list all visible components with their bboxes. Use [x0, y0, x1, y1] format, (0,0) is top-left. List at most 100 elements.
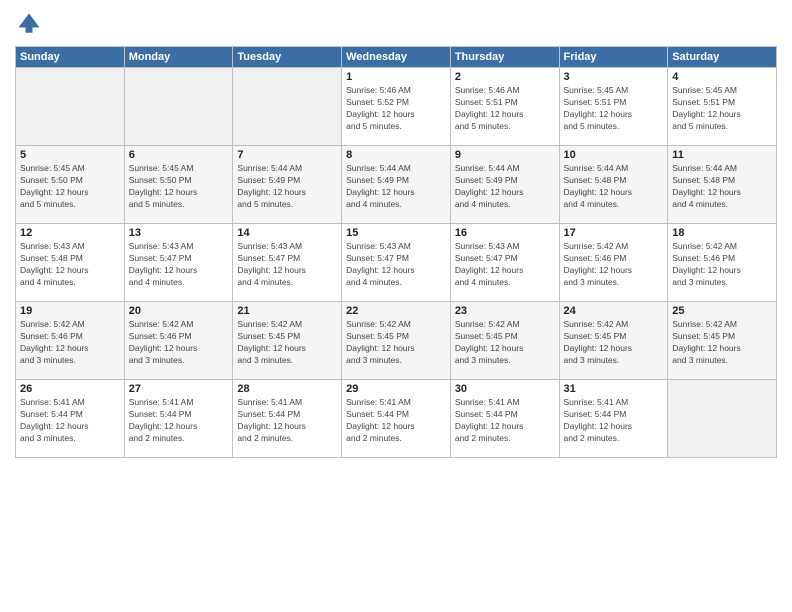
day-info: Sunrise: 5:43 AM Sunset: 5:47 PM Dayligh… [129, 241, 229, 289]
day-info: Sunrise: 5:44 AM Sunset: 5:48 PM Dayligh… [564, 163, 664, 211]
day-number: 18 [672, 227, 772, 239]
day-number: 12 [20, 227, 120, 239]
weekday-header-friday: Friday [559, 47, 668, 68]
calendar-cell: 26 Sunrise: 5:41 AM Sunset: 5:44 PM Dayli… [16, 380, 125, 458]
day-info: Sunrise: 5:42 AM Sunset: 5:45 PM Dayligh… [237, 319, 337, 367]
calendar-cell: 4 Sunrise: 5:45 AM Sunset: 5:51 PM Daylig… [668, 68, 777, 146]
calendar-cell: 20Sunrise: 5:42 AM Sunset: 5:46 PM Dayli… [124, 302, 233, 380]
day-number: 25 [672, 305, 772, 317]
day-info: Sunrise: 5:44 AM Sunset: 5:49 PM Dayligh… [455, 163, 555, 211]
day-info: Sunrise: 5:43 AM Sunset: 5:47 PM Dayligh… [237, 241, 337, 289]
calendar-cell: 2 Sunrise: 5:46 AM Sunset: 5:51 PM Daylig… [450, 68, 559, 146]
calendar-cell [668, 380, 777, 458]
calendar-cell: 1 Sunrise: 5:46 AM Sunset: 5:52 PM Daylig… [342, 68, 451, 146]
calendar-cell: 21 Sunrise: 5:42 AM Sunset: 5:45 PM Dayli… [233, 302, 342, 380]
calendar-cell: 30 Sunrise: 5:41 AM Sunset: 5:44 PM Dayli… [450, 380, 559, 458]
day-info: Sunrise: 5:41 AM Sunset: 5:44 PM Dayligh… [129, 397, 229, 445]
calendar-cell: 11Sunrise: 5:44 AM Sunset: 5:48 PM Dayli… [668, 146, 777, 224]
day-info: Sunrise: 5:44 AM Sunset: 5:49 PM Dayligh… [346, 163, 446, 211]
calendar-cell: 29 Sunrise: 5:41 AM Sunset: 5:44 PM Dayli… [342, 380, 451, 458]
weekday-header-monday: Monday [124, 47, 233, 68]
calendar-cell [16, 68, 125, 146]
day-number: 24 [564, 305, 664, 317]
calendar-cell: 5 Sunrise: 5:45 AM Sunset: 5:50 PM Daylig… [16, 146, 125, 224]
day-number: 6 [129, 149, 229, 161]
weekday-header-row: SundayMondayTuesdayWednesdayThursdayFrid… [16, 47, 777, 68]
day-info: Sunrise: 5:45 AM Sunset: 5:51 PM Dayligh… [672, 85, 772, 133]
calendar-cell [124, 68, 233, 146]
day-number: 5 [20, 149, 120, 161]
calendar-week-4: 19 Sunrise: 5:42 AM Sunset: 5:46 PM Dayli… [16, 302, 777, 380]
day-info: Sunrise: 5:42 AM Sunset: 5:45 PM Dayligh… [564, 319, 664, 367]
day-info: Sunrise: 5:45 AM Sunset: 5:50 PM Dayligh… [20, 163, 120, 211]
day-number: 16 [455, 227, 555, 239]
calendar-cell: 18 Sunrise: 5:42 AM Sunset: 5:46 PM Dayli… [668, 224, 777, 302]
day-info: Sunrise: 5:46 AM Sunset: 5:52 PM Dayligh… [346, 85, 446, 133]
calendar-cell: 12 Sunrise: 5:43 AM Sunset: 5:48 PM Dayli… [16, 224, 125, 302]
weekday-header-tuesday: Tuesday [233, 47, 342, 68]
day-info: Sunrise: 5:45 AM Sunset: 5:51 PM Dayligh… [564, 85, 664, 133]
day-info: Sunrise: 5:42 AM Sunset: 5:46 PM Dayligh… [20, 319, 120, 367]
calendar-cell: 24 Sunrise: 5:42 AM Sunset: 5:45 PM Dayli… [559, 302, 668, 380]
day-info: Sunrise: 5:41 AM Sunset: 5:44 PM Dayligh… [20, 397, 120, 445]
calendar-cell: 27Sunrise: 5:41 AM Sunset: 5:44 PM Dayli… [124, 380, 233, 458]
calendar-cell: 23 Sunrise: 5:42 AM Sunset: 5:45 PM Dayli… [450, 302, 559, 380]
calendar-cell: 16 Sunrise: 5:43 AM Sunset: 5:47 PM Dayli… [450, 224, 559, 302]
calendar-cell: 13 Sunrise: 5:43 AM Sunset: 5:47 PM Dayli… [124, 224, 233, 302]
calendar-week-5: 26 Sunrise: 5:41 AM Sunset: 5:44 PM Dayli… [16, 380, 777, 458]
day-number: 13 [129, 227, 229, 239]
day-info: Sunrise: 5:42 AM Sunset: 5:46 PM Dayligh… [672, 241, 772, 289]
day-number: 31 [564, 383, 664, 395]
day-number: 20 [129, 305, 229, 317]
calendar-cell: 15 Sunrise: 5:43 AM Sunset: 5:47 PM Dayli… [342, 224, 451, 302]
calendar-cell: 10 Sunrise: 5:44 AM Sunset: 5:48 PM Dayli… [559, 146, 668, 224]
page: SundayMondayTuesdayWednesdayThursdayFrid… [0, 0, 792, 612]
day-info: Sunrise: 5:42 AM Sunset: 5:45 PM Dayligh… [455, 319, 555, 367]
calendar-cell: 17Sunrise: 5:42 AM Sunset: 5:46 PM Dayli… [559, 224, 668, 302]
calendar-table: SundayMondayTuesdayWednesdayThursdayFrid… [15, 46, 777, 458]
day-info: Sunrise: 5:43 AM Sunset: 5:47 PM Dayligh… [346, 241, 446, 289]
calendar-cell: 7 Sunrise: 5:44 AM Sunset: 5:49 PM Daylig… [233, 146, 342, 224]
calendar-cell [233, 68, 342, 146]
day-info: Sunrise: 5:46 AM Sunset: 5:51 PM Dayligh… [455, 85, 555, 133]
day-number: 4 [672, 71, 772, 83]
calendar-cell: 25 Sunrise: 5:42 AM Sunset: 5:45 PM Dayli… [668, 302, 777, 380]
day-number: 30 [455, 383, 555, 395]
calendar-cell: 9Sunrise: 5:44 AM Sunset: 5:49 PM Daylig… [450, 146, 559, 224]
day-info: Sunrise: 5:43 AM Sunset: 5:48 PM Dayligh… [20, 241, 120, 289]
day-number: 11 [672, 149, 772, 161]
calendar-cell: 3 Sunrise: 5:45 AM Sunset: 5:51 PM Daylig… [559, 68, 668, 146]
day-info: Sunrise: 5:43 AM Sunset: 5:47 PM Dayligh… [455, 241, 555, 289]
day-number: 17 [564, 227, 664, 239]
header [15, 10, 777, 38]
day-number: 10 [564, 149, 664, 161]
day-info: Sunrise: 5:41 AM Sunset: 5:44 PM Dayligh… [346, 397, 446, 445]
calendar-cell: 14Sunrise: 5:43 AM Sunset: 5:47 PM Dayli… [233, 224, 342, 302]
calendar-week-1: 1 Sunrise: 5:46 AM Sunset: 5:52 PM Daylig… [16, 68, 777, 146]
day-number: 2 [455, 71, 555, 83]
calendar-cell: 22 Sunrise: 5:42 AM Sunset: 5:45 PM Dayli… [342, 302, 451, 380]
day-number: 8 [346, 149, 446, 161]
day-number: 28 [237, 383, 337, 395]
day-number: 1 [346, 71, 446, 83]
day-info: Sunrise: 5:44 AM Sunset: 5:49 PM Dayligh… [237, 163, 337, 211]
day-info: Sunrise: 5:42 AM Sunset: 5:45 PM Dayligh… [672, 319, 772, 367]
weekday-header-saturday: Saturday [668, 47, 777, 68]
day-number: 15 [346, 227, 446, 239]
day-number: 19 [20, 305, 120, 317]
calendar-week-3: 12 Sunrise: 5:43 AM Sunset: 5:48 PM Dayli… [16, 224, 777, 302]
day-number: 3 [564, 71, 664, 83]
day-info: Sunrise: 5:41 AM Sunset: 5:44 PM Dayligh… [455, 397, 555, 445]
calendar-cell: 8 Sunrise: 5:44 AM Sunset: 5:49 PM Daylig… [342, 146, 451, 224]
calendar-cell: 19 Sunrise: 5:42 AM Sunset: 5:46 PM Dayli… [16, 302, 125, 380]
day-number: 22 [346, 305, 446, 317]
calendar-cell: 31Sunrise: 5:41 AM Sunset: 5:44 PM Dayli… [559, 380, 668, 458]
day-number: 21 [237, 305, 337, 317]
day-number: 23 [455, 305, 555, 317]
day-number: 29 [346, 383, 446, 395]
weekday-header-wednesday: Wednesday [342, 47, 451, 68]
logo [15, 10, 47, 38]
day-number: 26 [20, 383, 120, 395]
day-number: 7 [237, 149, 337, 161]
day-info: Sunrise: 5:42 AM Sunset: 5:45 PM Dayligh… [346, 319, 446, 367]
